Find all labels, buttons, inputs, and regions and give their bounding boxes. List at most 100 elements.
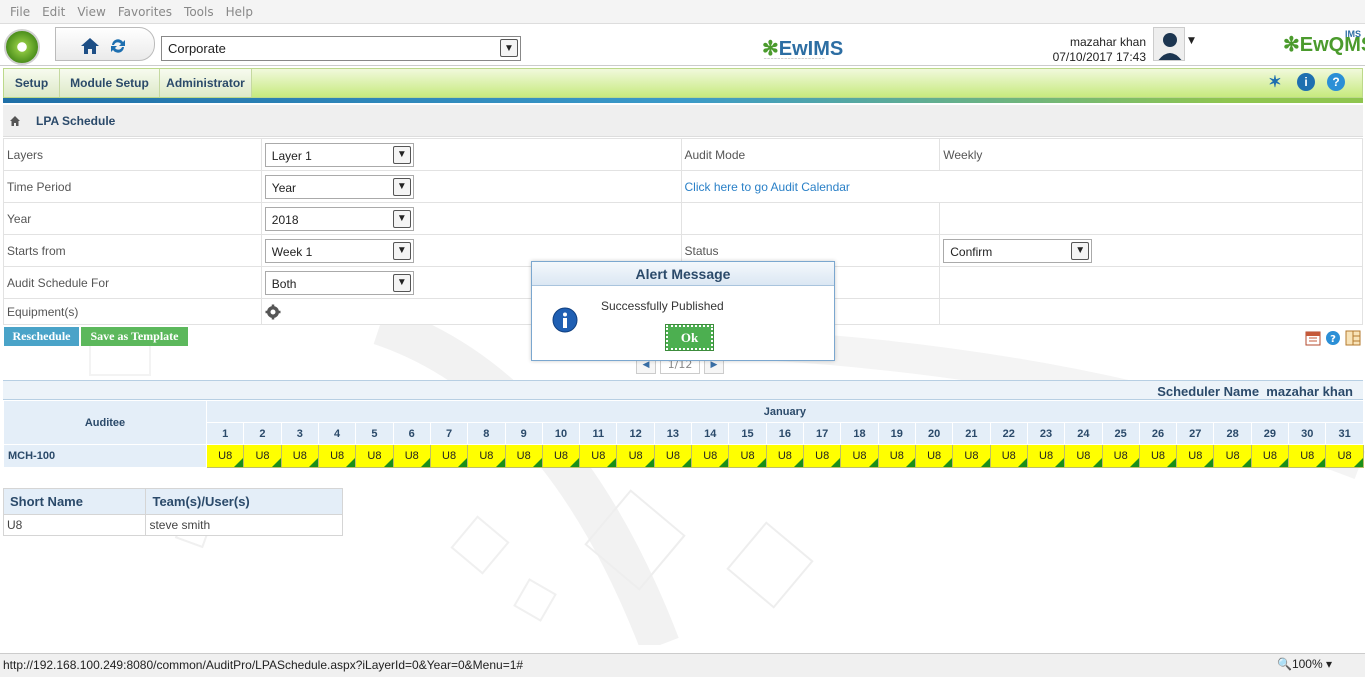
info-icon [552,307,578,333]
schedule-cell[interactable]: U8 [1138,444,1178,468]
empty-cell [939,202,1363,235]
schedule-cell-label: U8 [777,450,792,462]
chevron-down-icon[interactable]: ▼ [392,241,411,260]
schedule-cell[interactable]: U8 [691,444,730,468]
day-header: 31 [1325,422,1364,445]
day-header: 26 [1138,422,1178,445]
audit-schedule-for-select[interactable]: Both ▼ [264,270,414,295]
schedule-cell[interactable]: U8 [1325,444,1364,468]
day-header: 24 [1064,422,1103,445]
schedule-cell[interactable]: U8 [467,444,506,468]
menu-view[interactable]: View [77,5,105,19]
schedule-cell[interactable]: U8 [1101,444,1140,468]
status-corner-marker [532,458,542,467]
schedule-cell[interactable]: U8 [1176,444,1215,468]
tab-administrator[interactable]: Administrator [160,69,252,97]
schedule-cell[interactable]: U8 [579,444,618,468]
status-corner-marker [420,458,430,467]
chevron-down-icon[interactable]: ▼ [392,209,411,228]
menu-help[interactable]: Help [226,5,253,19]
legend-header-short-name: Short Name [2,488,147,515]
schedule-cell[interactable]: U8 [728,444,767,468]
zoom-control[interactable]: 🔍100% ▾ [1277,657,1332,671]
schedule-cell-label: U8 [1300,450,1315,462]
year-select[interactable]: 2018 ▼ [264,206,414,231]
pin-icon[interactable]: ✶ [1266,73,1284,91]
status-corner-marker [346,458,355,467]
refresh-icon[interactable] [108,36,128,56]
tab-setup[interactable]: Setup [4,69,60,97]
chevron-down-icon[interactable]: ▼ [392,273,411,292]
status-corner-marker [1204,458,1213,467]
help-bubble-icon[interactable]: ? [1325,330,1341,346]
schedule-cell-label: U8 [703,450,718,462]
starts-from-select[interactable]: Week 1 ▼ [264,238,414,263]
save-as-template-button[interactable]: Save as Template [81,327,188,346]
menu-edit[interactable]: Edit [42,5,65,19]
ok-button[interactable]: Ok [665,324,714,351]
status-corner-marker [794,458,803,467]
menu-tools[interactable]: Tools [184,5,214,19]
schedule-cell[interactable]: U8 [653,444,693,468]
schedule-cell[interactable]: U8 [877,444,916,468]
gear-icon[interactable] [265,304,281,320]
browser-status-bar: http://192.168.100.249:8080/common/Audit… [0,653,1365,677]
menu-favorites[interactable]: Favorites [118,5,172,19]
schedule-cell-label: U8 [1188,450,1203,462]
layers-select[interactable]: Layer 1 ▼ [264,142,414,167]
schedule-cell[interactable]: U8 [914,444,954,468]
status-corner-marker [644,458,654,467]
schedule-cell[interactable]: U8 [504,444,543,468]
schedule-cell[interactable]: U8 [317,444,357,468]
day-header: 21 [952,422,991,445]
page-title: LPA Schedule [36,114,116,128]
schedule-cell[interactable]: U8 [616,444,655,468]
schedule-cell-label: U8 [1076,450,1091,462]
day-header: 29 [1250,422,1290,445]
help-icon[interactable]: ? [1327,73,1345,91]
reschedule-button[interactable]: Reschedule [4,327,79,346]
status-select[interactable]: Confirm ▼ [943,238,1093,263]
time-period-select[interactable]: Year ▼ [264,174,414,199]
schedule-cell[interactable]: U8 [429,444,469,468]
schedule-cell-label: U8 [665,450,680,462]
schedule-cell[interactable]: U8 [1026,444,1066,468]
schedule-cell[interactable]: U8 [952,444,991,468]
schedule-cell[interactable]: U8 [840,444,879,468]
status-corner-marker [234,458,243,467]
audit-calendar-link[interactable]: Click here to go Audit Calendar [685,180,850,194]
schedule-cell[interactable]: U8 [392,444,431,468]
schedule-cell[interactable]: U8 [541,444,581,468]
schedule-cell[interactable]: U8 [355,444,394,468]
schedule-cell[interactable]: U8 [280,444,319,468]
audit-schedule-for-label: Audit Schedule For [3,266,262,299]
tab-module-setup[interactable]: Module Setup [60,69,160,97]
breadcrumb-home-icon[interactable] [9,115,21,127]
organization-select[interactable]: Corporate ▼ [161,36,521,61]
chevron-down-icon[interactable]: ▼ [1071,241,1090,260]
schedule-cell[interactable]: U8 [1250,444,1290,468]
app-logo[interactable] [4,29,40,65]
home-icon[interactable] [80,36,100,56]
schedule-cell[interactable]: U8 [1064,444,1103,468]
alert-dialog: Alert Message Successfully Published Ok [531,261,835,361]
chevron-down-icon[interactable]: ▼ [392,177,411,196]
schedule-cell[interactable]: U8 [1213,444,1252,468]
schedule-cell-label: U8 [367,450,382,462]
layout-icon[interactable] [1345,330,1361,346]
avatar[interactable] [1153,27,1185,61]
schedule-cell-label: U8 [740,450,755,462]
menu-file[interactable]: File [10,5,30,19]
schedule-cell[interactable]: U8 [989,444,1028,468]
schedule-cell[interactable]: U8 [1288,444,1327,468]
schedule-cell[interactable]: U8 [205,444,245,468]
chevron-down-icon[interactable]: ▼ [392,145,411,164]
calendar-icon[interactable] [1305,330,1321,346]
chevron-down-icon[interactable]: ▼ [500,39,518,57]
info-icon[interactable]: i [1297,73,1315,91]
schedule-cell[interactable]: U8 [243,444,282,468]
user-menu-caret-icon[interactable]: ▼ [1188,36,1195,46]
empty-cell [939,298,1363,325]
schedule-cell[interactable]: U8 [802,444,842,468]
schedule-cell[interactable]: U8 [765,444,805,468]
